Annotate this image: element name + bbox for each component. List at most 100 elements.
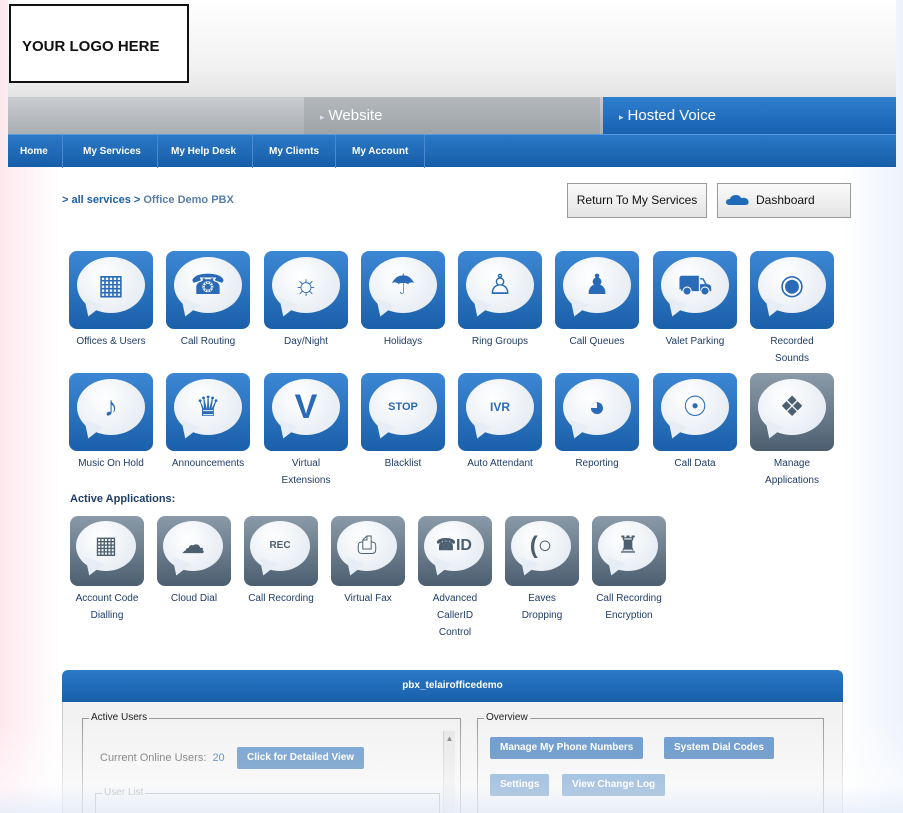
app-label: Call Recording Encryption xyxy=(596,593,662,621)
service-label: Call Data xyxy=(674,458,716,469)
service-announcements[interactable]: ♛ Announcements xyxy=(164,373,252,472)
queue-icon: ♟ xyxy=(555,251,639,329)
overview-fieldset: Overview xyxy=(477,712,824,813)
dashboard-button[interactable]: Dashboard xyxy=(717,183,851,218)
service-holidays[interactable]: ☂ Holidays xyxy=(359,251,447,350)
scrollbar[interactable]: ▲ xyxy=(443,731,455,813)
service-label: Reporting xyxy=(575,458,619,469)
app-eaves-dropping[interactable]: (○ Eaves Dropping xyxy=(498,516,586,624)
breadcrumb-all-services[interactable]: > all services > xyxy=(62,194,140,206)
service-ring-groups[interactable]: ♙ Ring Groups xyxy=(456,251,544,350)
service-call-data[interactable]: ☉ Call Data xyxy=(651,373,739,472)
main-nav: Home My Services My Help Desk My Clients… xyxy=(8,134,896,168)
service-label: Ring Groups xyxy=(471,336,529,347)
music-note-icon: ♪ xyxy=(69,373,153,451)
app-label: Cloud Dial xyxy=(170,593,218,604)
header: YOUR LOGO HERE xyxy=(8,0,896,97)
service-label: Blacklist xyxy=(384,458,422,469)
breadcrumb-current: Office Demo PBX xyxy=(143,194,234,206)
service-valet-parking[interactable]: ⛟ Valet Parking xyxy=(651,251,739,350)
online-users-label: Current Online Users: 20 xyxy=(100,752,225,764)
system-dial-codes-button[interactable]: System Dial Codes xyxy=(664,737,775,759)
view-change-log-button[interactable]: View Change Log xyxy=(562,774,666,796)
v-letter-icon: V xyxy=(264,373,348,451)
nav-my-services[interactable]: My Services xyxy=(67,135,158,168)
online-users-text: Current Online Users: xyxy=(100,752,207,764)
service-label: Valet Parking xyxy=(665,336,725,347)
active-users-legend: Active Users xyxy=(89,712,150,723)
online-users-count: 20 xyxy=(212,752,225,764)
sun-moon-icon: ☼ xyxy=(264,251,348,329)
service-label: Call Queues xyxy=(569,336,625,347)
service-offices-users[interactable]: ▦ Offices & Users xyxy=(67,251,155,350)
active-applications-title: Active Applications: xyxy=(70,493,176,505)
chevron-right-icon: ▸ xyxy=(619,112,624,122)
eye-phone-icon: ☉ xyxy=(653,373,737,451)
group-icon: ♙ xyxy=(458,251,542,329)
page: YOUR LOGO HERE ▸ Website ▸ Hosted Voice Ho… xyxy=(0,0,903,813)
breadcrumb: > all services > Office Demo PBX xyxy=(62,194,234,206)
app-call-recording[interactable]: REC Call Recording xyxy=(237,516,325,607)
service-label: Announcements xyxy=(171,458,245,469)
service-recorded-sounds[interactable]: ◉ Recorded Sounds xyxy=(748,251,836,367)
service-music-on-hold[interactable]: ♪ Music On Hold xyxy=(67,373,155,472)
service-reporting[interactable]: ◕ Reporting xyxy=(553,373,641,472)
service-label: Music On Hold xyxy=(78,458,144,469)
app-advanced-callerid-control[interactable]: ☎ID Advanced CallerID Control xyxy=(411,516,499,641)
building-icon: ▦ xyxy=(69,251,153,329)
service-call-routing[interactable]: ☎ Call Routing xyxy=(164,251,252,350)
ivr-icon: IVR xyxy=(458,373,542,451)
tab-website[interactable]: ▸ Website xyxy=(304,97,600,134)
speaker-icon: ◉ xyxy=(750,251,834,329)
service-label: Offices & Users xyxy=(76,336,146,347)
service-day-night[interactable]: ☼ Day/Night xyxy=(262,251,350,350)
tab-hosted-voice[interactable]: ▸ Hosted Voice xyxy=(603,97,896,134)
caller-id-icon: ☎ID xyxy=(418,516,492,586)
app-label: Call Recording xyxy=(248,593,314,604)
service-label: Day/Night xyxy=(284,336,328,347)
settings-button[interactable]: Settings xyxy=(490,774,550,796)
service-label: Call Routing xyxy=(180,336,236,347)
call-routing-icon: ☎ xyxy=(166,251,250,329)
user-list-legend: User List xyxy=(102,787,146,798)
tab-label: Hosted Voice xyxy=(627,107,716,124)
app-virtual-fax[interactable]: ⎙ Virtual Fax xyxy=(324,516,412,607)
app-account-code-dialling[interactable]: ▦ Account Code Dialling xyxy=(63,516,151,624)
return-to-services-button[interactable]: Return To My Services xyxy=(567,183,707,218)
service-label: Recorded Sounds xyxy=(770,336,814,364)
panel-title: pbx_telairofficedemo xyxy=(62,670,843,702)
detailed-view-button[interactable]: Click for Detailed View xyxy=(237,747,365,769)
fax-icon: ⎙ xyxy=(331,516,405,586)
account-code-icon: ▦ xyxy=(70,516,144,586)
logo[interactable]: YOUR LOGO HERE xyxy=(9,4,189,83)
puzzle-icon: ❖ xyxy=(750,373,834,451)
dashboard-label: Dashboard xyxy=(756,193,815,207)
rec-icon: REC xyxy=(244,516,318,586)
cloud-dial-icon: ☁ xyxy=(157,516,231,586)
service-call-queues[interactable]: ♟ Call Queues xyxy=(553,251,641,350)
nav-home[interactable]: Home xyxy=(8,135,63,168)
manage-phone-numbers-button[interactable]: Manage My Phone Numbers xyxy=(490,737,644,759)
nav-my-account[interactable]: My Account xyxy=(336,135,426,168)
pie-chart-icon: ◕ xyxy=(555,373,639,451)
cloud-icon xyxy=(726,195,749,205)
service-manage-applications[interactable]: ❖ Manage Applications xyxy=(748,373,836,489)
user-list-fieldset: User List xyxy=(95,787,440,813)
app-cloud-dial[interactable]: ☁ Cloud Dial xyxy=(150,516,238,607)
announcer-icon: ♛ xyxy=(166,373,250,451)
scroll-up-icon[interactable]: ▲ xyxy=(444,734,455,743)
app-label: Eaves Dropping xyxy=(521,593,563,621)
service-virtual-extensions[interactable]: V Virtual Extensions xyxy=(262,373,350,489)
service-blacklist[interactable]: STOP Blacklist xyxy=(359,373,447,472)
nav-my-clients[interactable]: My Clients xyxy=(253,135,337,168)
tab-label: Website xyxy=(328,107,383,124)
stop-icon: STOP xyxy=(361,373,445,451)
app-label: Advanced CallerID Control xyxy=(432,593,478,638)
nav-my-help-desk[interactable]: My Help Desk xyxy=(155,135,254,168)
umbrella-icon: ☂ xyxy=(361,251,445,329)
overview-legend: Overview xyxy=(484,712,530,723)
ear-icon: (○ xyxy=(505,516,579,586)
service-label: Manage Applications xyxy=(765,458,819,486)
service-auto-attendant[interactable]: IVR Auto Attendant xyxy=(456,373,544,472)
app-call-recording-encryption[interactable]: ♜ Call Recording Encryption xyxy=(585,516,673,624)
